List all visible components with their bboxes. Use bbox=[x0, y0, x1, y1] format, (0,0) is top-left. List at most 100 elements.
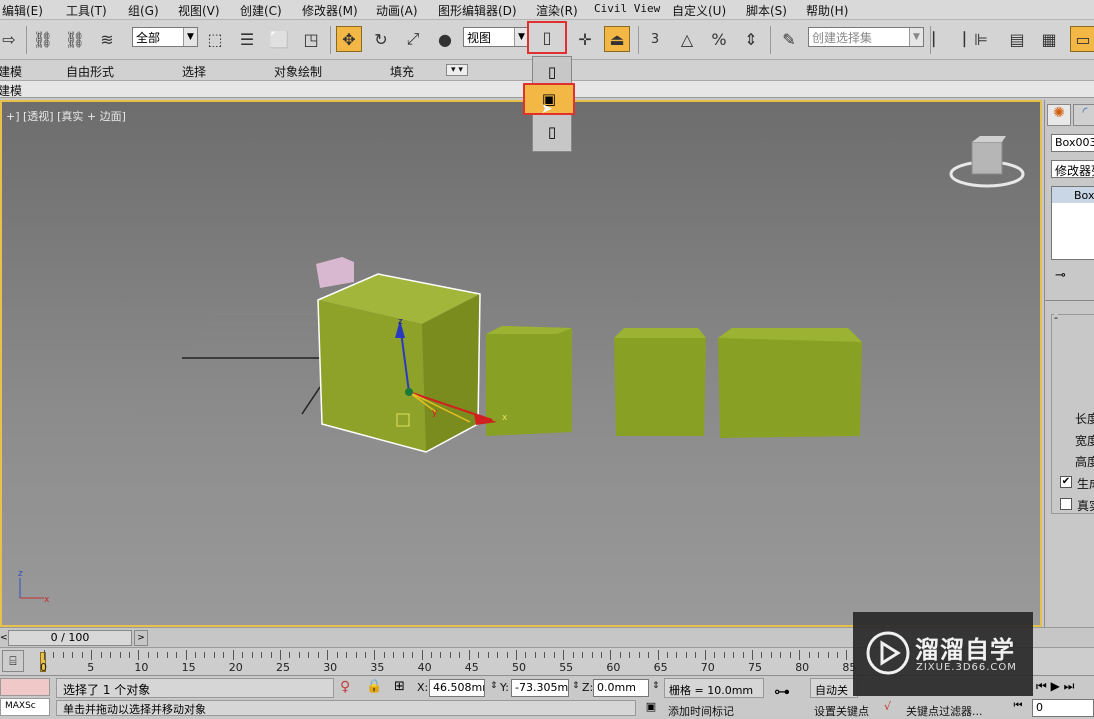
isolate-selection-icon[interactable]: ♀ bbox=[340, 679, 350, 695]
trackbar-tick bbox=[497, 652, 499, 658]
time-slider-thumb[interactable]: 0 / 100 bbox=[8, 630, 132, 646]
tab-freeform[interactable]: 自由形式 bbox=[66, 63, 114, 80]
keyboard-shortcut-override-icon[interactable]: ⏏ bbox=[604, 26, 630, 52]
rect-selection-region-icon[interactable]: ⬜ bbox=[266, 26, 292, 52]
pivot-center-flyout-button[interactable]: ▯ bbox=[527, 21, 567, 54]
y-coordinate-field[interactable]: -73.305mm bbox=[511, 679, 569, 697]
menu-tools[interactable]: 工具(T) bbox=[66, 2, 107, 19]
view-cube[interactable] bbox=[949, 136, 1025, 188]
angle-snap-icon[interactable]: △ bbox=[674, 26, 700, 52]
select-and-place-icon[interactable]: ● bbox=[432, 26, 458, 52]
maxscript-mini-field[interactable]: MAXSc bbox=[0, 698, 50, 716]
tab-modeling[interactable]: 建模 bbox=[0, 63, 22, 80]
key-filters-button[interactable]: 关键点过滤器... bbox=[906, 703, 983, 719]
menu-group[interactable]: 组(G) bbox=[128, 2, 159, 19]
tab-object-paint[interactable]: 对象绘制 bbox=[274, 63, 322, 80]
selected-box[interactable] bbox=[317, 273, 481, 453]
select-and-scale-icon[interactable]: ⤢ bbox=[400, 26, 426, 52]
menu-modifiers[interactable]: 修改器(M) bbox=[302, 2, 358, 19]
lock-selection-icon[interactable]: 🔒 bbox=[366, 679, 382, 694]
time-prev-icon[interactable]: < bbox=[0, 630, 8, 646]
trackbar-tick-label: 55 bbox=[559, 661, 574, 674]
select-object-icon[interactable]: ⬚ bbox=[202, 26, 228, 52]
trackbar-tick bbox=[289, 652, 291, 658]
modify-panel-icon[interactable]: ◜ bbox=[1073, 104, 1094, 126]
link-icon[interactable]: ⛓ bbox=[30, 26, 56, 52]
set-key-button[interactable]: 设置关键点 bbox=[814, 703, 869, 719]
object-name-field[interactable]: Box003 bbox=[1051, 134, 1094, 152]
time-next-icon[interactable]: > bbox=[134, 630, 148, 646]
green-box-3[interactable] bbox=[614, 328, 706, 436]
green-box-4[interactable] bbox=[718, 328, 862, 438]
absolute-mode-icon[interactable]: ⊞ bbox=[394, 679, 405, 694]
trackbar-tick-label: 5 bbox=[87, 661, 95, 674]
pivot-point-center-icon[interactable]: ▯ bbox=[537, 59, 567, 85]
trackbar-tick bbox=[534, 652, 536, 658]
real-world-checkbox[interactable] bbox=[1060, 498, 1072, 510]
bind-space-warp-icon[interactable]: ≋ bbox=[94, 26, 120, 52]
add-time-tag[interactable]: 添加时间标记 bbox=[668, 703, 734, 719]
modifier-list-dropdown[interactable]: 修改器列 bbox=[1051, 160, 1094, 178]
snaps-toggle-icon[interactable]: 3 bbox=[642, 26, 668, 52]
go-to-start-icon[interactable]: ⏮ bbox=[1008, 700, 1028, 716]
auto-key-button[interactable]: 自动关 bbox=[810, 678, 858, 698]
current-frame-field[interactable]: 0 bbox=[1032, 699, 1094, 717]
ribbon-options-button[interactable]: ▾ ▾ bbox=[446, 64, 468, 76]
menu-animation[interactable]: 动画(A) bbox=[376, 2, 418, 19]
menu-help[interactable]: 帮助(H) bbox=[806, 2, 848, 19]
percent-snap-icon[interactable]: % bbox=[706, 26, 732, 52]
reference-coord-dropdown[interactable]: 视图 ▼ bbox=[463, 27, 529, 47]
select-and-rotate-icon[interactable]: ↻ bbox=[368, 26, 394, 52]
menu-view[interactable]: 视图(V) bbox=[178, 2, 220, 19]
menu-civil-view[interactable]: Civil View bbox=[594, 2, 660, 15]
mirror-icon[interactable]: ⎸⎹ bbox=[933, 26, 965, 52]
menu-graph-editors[interactable]: 图形编辑器(D) bbox=[438, 2, 517, 19]
rollout-collapse[interactable]: - bbox=[1054, 311, 1058, 324]
pink-box[interactable] bbox=[316, 257, 354, 288]
menu-edit[interactable]: 编辑(E) bbox=[2, 2, 43, 19]
x-coordinate-field[interactable]: 46.508mm bbox=[429, 679, 485, 697]
playback-controls[interactable]: ⏮ ▶ ⏭ bbox=[1036, 679, 1074, 694]
transform-coord-center-icon[interactable]: ▯ bbox=[537, 119, 567, 145]
pin-stack-icon[interactable]: ⊸ bbox=[1055, 268, 1066, 283]
tab-selection[interactable]: 选择 bbox=[182, 63, 206, 80]
z-spinner-icon[interactable]: ⇕ bbox=[652, 681, 660, 691]
selection-filter-dropdown[interactable]: 全部 ▼ bbox=[132, 27, 198, 47]
x-spinner-icon[interactable]: ⇕ bbox=[490, 681, 498, 691]
modifier-stack[interactable]: Box bbox=[1051, 186, 1094, 260]
y-spinner-icon[interactable]: ⇕ bbox=[572, 681, 580, 691]
edit-named-selection-icon[interactable]: ✎ bbox=[776, 26, 802, 52]
menu-customize[interactable]: 自定义(U) bbox=[672, 2, 726, 19]
scene-explorer-icon[interactable]: ▦ bbox=[1036, 26, 1062, 52]
toggle-ribbon-icon[interactable]: ▭ bbox=[1070, 26, 1094, 52]
redo-icon[interactable]: ⇨ bbox=[0, 26, 22, 52]
time-tag-icon[interactable]: ▣ bbox=[642, 700, 660, 716]
window-crossing-icon[interactable]: ◳ bbox=[298, 26, 324, 52]
spinner-snap-icon[interactable]: ⇕ bbox=[738, 26, 764, 52]
named-selection-dropdown[interactable]: 创建选择集 ▼ bbox=[808, 27, 924, 47]
trackbar-tick-label: 25 bbox=[276, 661, 290, 674]
trackbar-tick bbox=[799, 650, 801, 660]
perspective-viewport[interactable]: +] [透视] [真实 + 边面] z x y z x bbox=[0, 100, 1042, 627]
generate-uv-checkbox[interactable]: ✔ bbox=[1060, 476, 1072, 488]
tab-populate[interactable]: 填充 bbox=[390, 63, 414, 80]
menu-create[interactable]: 创建(C) bbox=[240, 2, 282, 19]
key-mode-icon[interactable]: √ bbox=[884, 700, 904, 716]
align-icon[interactable]: ⊫ bbox=[968, 26, 994, 52]
select-manipulate-icon[interactable]: ✛ bbox=[572, 26, 598, 52]
menu-scripting[interactable]: 脚本(S) bbox=[746, 2, 787, 19]
green-box-2[interactable] bbox=[486, 326, 572, 436]
trackbar-tick bbox=[733, 652, 735, 658]
stack-item-box[interactable]: Box bbox=[1052, 187, 1094, 203]
trackbar-tick bbox=[91, 650, 93, 660]
unlink-icon[interactable]: ⛓ bbox=[62, 26, 88, 52]
select-and-move-icon[interactable]: ✥ bbox=[336, 26, 362, 52]
z-coordinate-field[interactable]: 0.0mm bbox=[593, 679, 649, 697]
layer-explorer-icon[interactable]: ▤ bbox=[1004, 26, 1030, 52]
create-panel-icon[interactable]: ✺ bbox=[1047, 104, 1071, 126]
select-by-name-icon[interactable]: ☰ bbox=[234, 26, 260, 52]
maxscript-listener[interactable] bbox=[0, 678, 50, 696]
menu-rendering[interactable]: 渲染(R) bbox=[536, 2, 578, 19]
set-key-icon[interactable]: ⊶ bbox=[774, 682, 790, 701]
trackbar-tick bbox=[449, 652, 451, 658]
